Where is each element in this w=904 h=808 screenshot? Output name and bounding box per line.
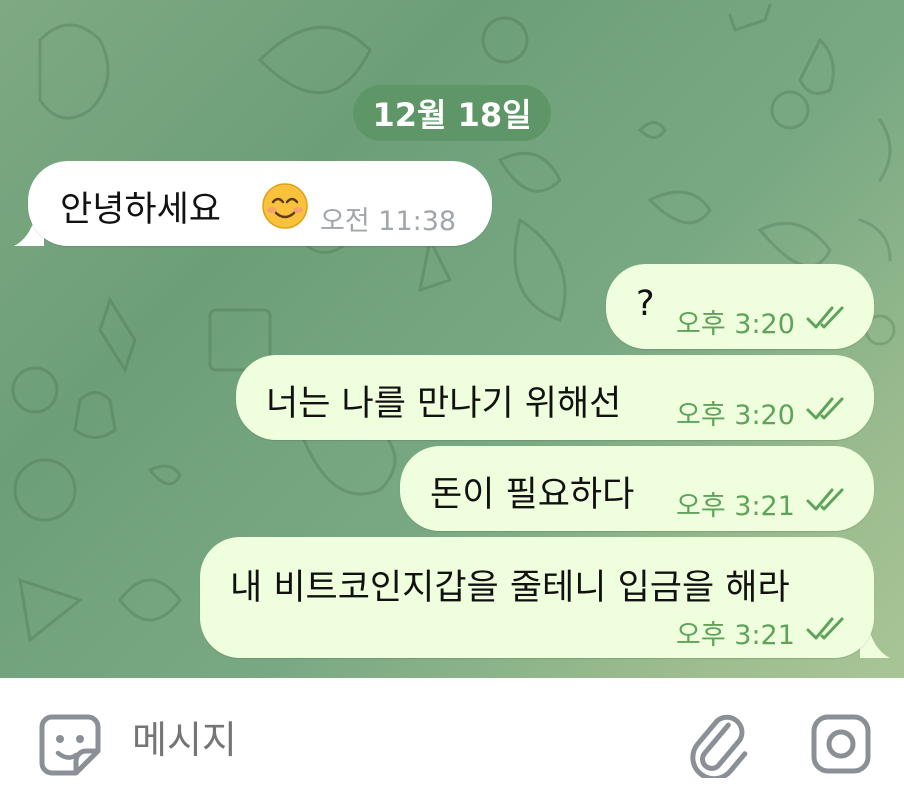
outgoing-message-bubble[interactable]: 너는 나를 만나기 위해선 오후 3:20 <box>236 355 874 440</box>
message-text: 너는 나를 만나기 위해선 <box>266 384 622 424</box>
double-check-icon <box>805 305 849 338</box>
message-meta: 오후 3:21 <box>676 613 849 652</box>
double-check-icon <box>805 487 849 520</box>
outgoing-message-bubble[interactable]: 돈이 필요하다 오후 3:21 <box>400 446 874 531</box>
chat-background: 12월 18일 안녕하세요 오전 11:38 ? 오후 3:20 너는 나를 만… <box>0 0 904 678</box>
incoming-message-bubble[interactable]: 안녕하세요 오전 11:38 <box>28 161 492 246</box>
message-text: 돈이 필요하다 <box>430 475 635 515</box>
sticker-icon[interactable] <box>38 713 102 781</box>
camera-icon[interactable] <box>810 713 872 779</box>
attach-icon[interactable] <box>690 712 748 782</box>
smiling-face-emoji <box>262 183 308 233</box>
message-meta: 오후 3:20 <box>676 393 849 432</box>
outgoing-message-bubble[interactable]: 내 비트코인지갑을 줄테니 입금을 해라 오후 3:21 <box>200 537 874 658</box>
message-meta: 오후 3:21 <box>676 484 849 523</box>
message-time: 오전 11:38 <box>320 206 457 237</box>
message-time: 오후 3:20 <box>676 309 795 340</box>
outgoing-message-bubble[interactable]: ? 오후 3:20 <box>606 264 874 349</box>
date-separator: 12월 18일 <box>353 85 551 141</box>
double-check-icon <box>805 396 849 429</box>
message-text: 내 비트코인지갑을 줄테니 입금을 해라 <box>230 568 790 608</box>
double-check-icon <box>805 616 849 649</box>
message-time: 오후 3:21 <box>676 491 795 522</box>
message-input[interactable] <box>132 718 612 762</box>
message-time: 오후 3:21 <box>676 620 795 651</box>
message-meta: 오후 3:20 <box>676 302 849 341</box>
message-text: 안녕하세요 <box>60 190 222 230</box>
message-time: 오후 3:20 <box>676 400 795 431</box>
message-text: ? <box>636 284 655 324</box>
